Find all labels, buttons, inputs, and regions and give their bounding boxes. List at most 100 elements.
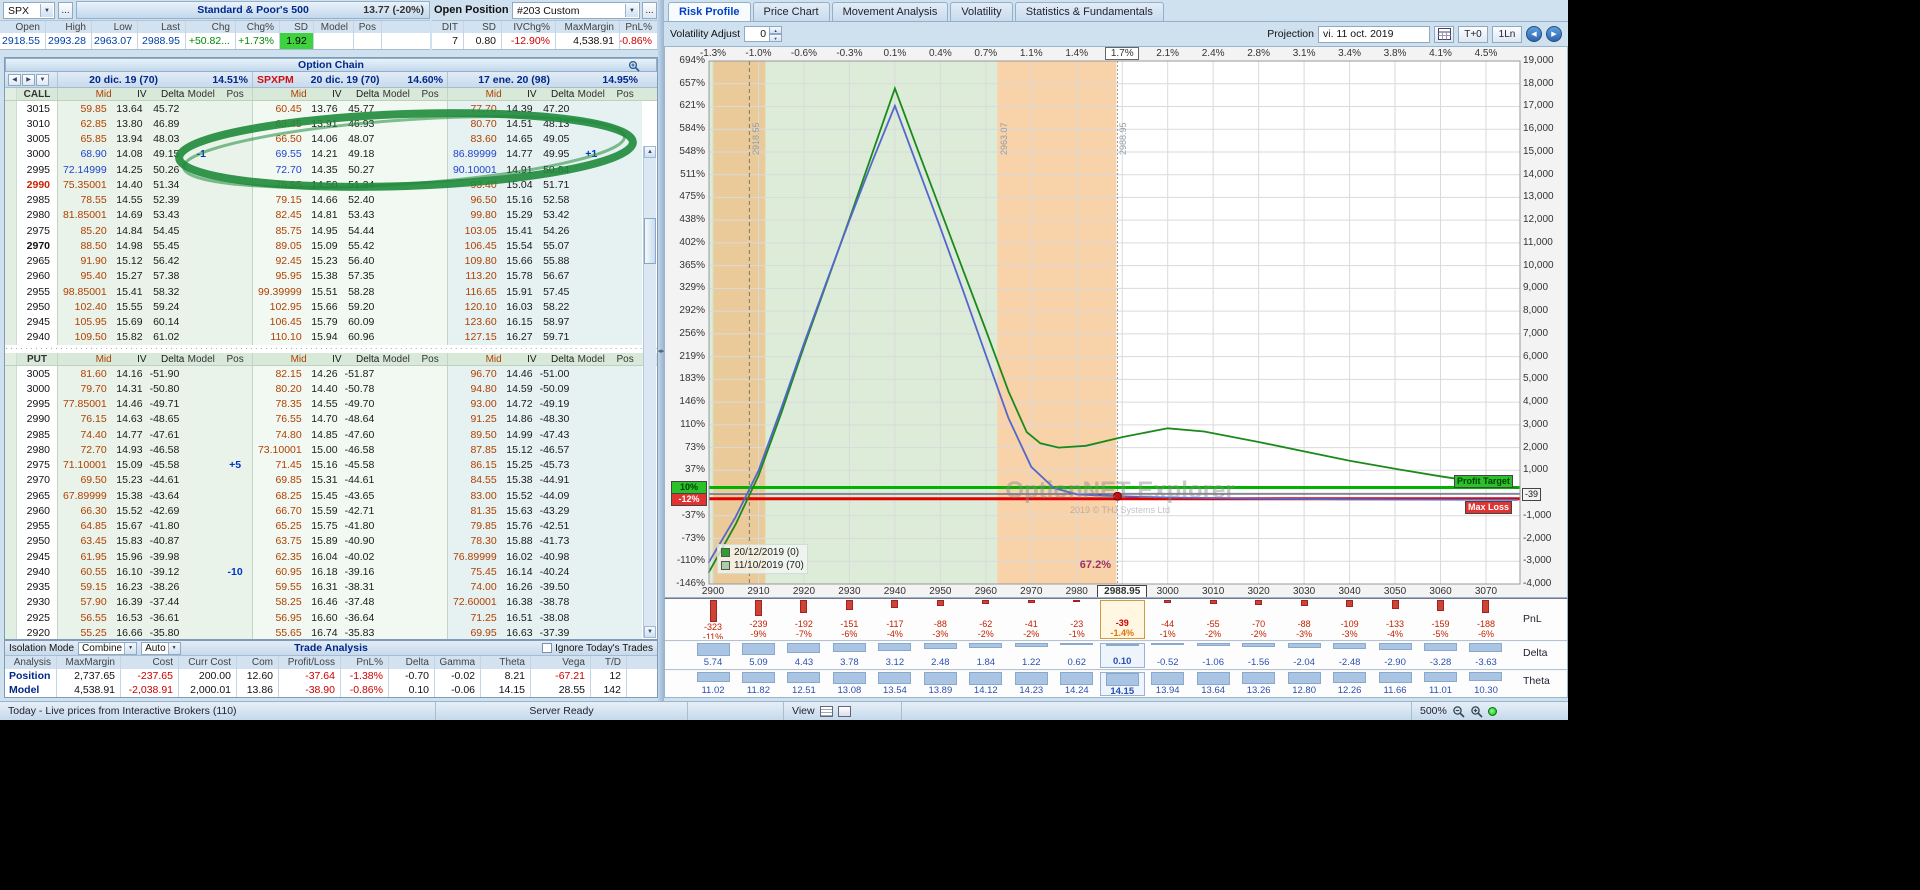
mid-price[interactable]: 79.70 — [58, 383, 112, 395]
mid-price[interactable]: 82.45 — [253, 209, 307, 221]
magnifier-icon[interactable] — [628, 60, 640, 72]
mid-price[interactable]: 66.70 — [253, 505, 307, 517]
mid-price[interactable]: 56.55 — [58, 612, 112, 624]
model-qty[interactable]: -1 — [184, 148, 218, 160]
mid-price[interactable]: 68.25 — [253, 490, 307, 502]
mid-price[interactable]: 56.95 — [253, 612, 307, 624]
scroll-down-icon[interactable]: ▼ — [644, 626, 656, 638]
mid-price[interactable]: 71.10001 — [58, 459, 112, 471]
next-projection-button[interactable]: ▶ — [1546, 26, 1562, 42]
mid-price[interactable]: 62.35 — [253, 551, 307, 563]
mid-price[interactable]: 63.45 — [253, 118, 307, 130]
volatility-adjust-spinner[interactable]: 0 ▲▼ — [744, 26, 782, 42]
mid-price[interactable]: 66.50 — [253, 133, 307, 145]
mid-price[interactable]: 71.25 — [448, 612, 502, 624]
mid-price[interactable]: 95.95 — [253, 270, 307, 282]
mid-price[interactable]: 109.80 — [448, 255, 502, 267]
mid-price[interactable]: 72.14999 — [58, 164, 112, 176]
mid-price[interactable]: 88.50 — [58, 240, 112, 252]
table-view-icon[interactable] — [820, 706, 833, 717]
mid-price[interactable]: 74.00 — [448, 581, 502, 593]
mid-price[interactable]: 89.05 — [253, 240, 307, 252]
symbol-select[interactable]: SPX▼ — [3, 2, 55, 19]
mid-price[interactable]: 80.70 — [448, 118, 502, 130]
mid-price[interactable]: 93.00 — [448, 398, 502, 410]
mid-price[interactable]: 83.00 — [448, 490, 502, 502]
mid-price[interactable]: 55.65 — [253, 627, 307, 639]
mid-price[interactable]: 87.85 — [448, 444, 502, 456]
mid-price[interactable]: 83.60 — [448, 133, 502, 145]
mid-price[interactable]: 105.95 — [58, 316, 112, 328]
tab-movement-analysis[interactable]: Movement Analysis — [832, 2, 949, 21]
next-expiry-button[interactable]: ▶ — [22, 74, 35, 86]
preset-more-button[interactable]: ... — [642, 2, 657, 19]
mid-price[interactable]: 78.55 — [58, 194, 112, 206]
mid-price[interactable]: 77.70 — [448, 103, 502, 115]
mid-price[interactable]: 106.45 — [253, 316, 307, 328]
mid-price[interactable]: 81.60 — [58, 368, 112, 380]
symbol-more-button[interactable]: ... — [58, 2, 73, 19]
mid-price[interactable]: 63.45 — [58, 535, 112, 547]
mid-price[interactable]: 79.15 — [253, 194, 307, 206]
tab-volatility[interactable]: Volatility — [950, 2, 1012, 21]
mid-price[interactable]: 102.40 — [58, 301, 112, 313]
mid-price[interactable]: 93.40 — [448, 179, 502, 191]
mid-price[interactable]: 69.55 — [253, 148, 307, 160]
tab-price-chart[interactable]: Price Chart — [753, 2, 830, 21]
expiry-dropdown-icon[interactable]: ▼ — [36, 74, 49, 86]
t0-button[interactable]: T+0 — [1458, 26, 1488, 43]
pos-qty[interactable]: +5 — [218, 459, 252, 471]
mid-price[interactable]: 89.50 — [448, 429, 502, 441]
mid-price[interactable]: 85.20 — [58, 225, 112, 237]
mid-price[interactable]: 67.89999 — [58, 490, 112, 502]
mid-price[interactable]: 75.45 — [448, 566, 502, 578]
calendar-icon[interactable] — [1434, 26, 1454, 43]
prev-expiry-button[interactable]: ◀ — [8, 74, 21, 86]
mid-price[interactable]: 99.80 — [448, 209, 502, 221]
prev-projection-button[interactable]: ◀ — [1526, 26, 1542, 42]
mid-price[interactable]: 65.85 — [58, 133, 112, 145]
position-preset-select[interactable]: #203 Custom▼ — [512, 2, 640, 19]
mid-price[interactable]: 94.80 — [448, 383, 502, 395]
tab-risk-profile[interactable]: Risk Profile — [668, 2, 751, 21]
mid-price[interactable]: 123.60 — [448, 316, 502, 328]
mid-price[interactable]: 103.05 — [448, 225, 502, 237]
mid-price[interactable]: 72.70 — [253, 164, 307, 176]
mid-price[interactable]: 72.70 — [58, 444, 112, 456]
isolation-mode-select[interactable]: Combine▼ — [78, 642, 137, 655]
mid-price[interactable]: 69.85 — [253, 474, 307, 486]
mid-price[interactable]: 86.89999 — [448, 148, 502, 160]
mid-price[interactable]: 60.55 — [58, 566, 112, 578]
mid-price[interactable]: 127.15 — [448, 331, 502, 343]
model-qty[interactable]: +1 — [574, 148, 608, 160]
mid-price[interactable]: 102.95 — [253, 301, 307, 313]
mid-price[interactable]: 96.70 — [448, 368, 502, 380]
pos-qty[interactable]: -10 — [218, 566, 252, 578]
mid-price[interactable]: 59.55 — [253, 581, 307, 593]
mid-price[interactable]: 62.85 — [58, 118, 112, 130]
mid-price[interactable]: 60.45 — [253, 103, 307, 115]
mid-price[interactable]: 99.39999 — [253, 286, 307, 298]
mid-price[interactable]: 81.85001 — [58, 209, 112, 221]
mid-price[interactable]: 75.85 — [253, 179, 307, 191]
mid-price[interactable]: 92.45 — [253, 255, 307, 267]
expiry-date[interactable]: 17 ene. 20 (98) — [478, 74, 550, 86]
expiry-date[interactable]: 20 dic. 19 (70) — [89, 74, 158, 86]
mid-price[interactable]: 61.95 — [58, 551, 112, 563]
mid-price[interactable]: 59.15 — [58, 581, 112, 593]
mid-price[interactable]: 113.20 — [448, 270, 502, 282]
mid-price[interactable]: 71.45 — [253, 459, 307, 471]
mid-price[interactable]: 65.25 — [253, 520, 307, 532]
mid-price[interactable]: 90.10001 — [448, 164, 502, 176]
tab-statistics-fundamentals[interactable]: Statistics & Fundamentals — [1015, 2, 1164, 21]
mid-price[interactable]: 76.89999 — [448, 551, 502, 563]
mid-price[interactable]: 58.25 — [253, 596, 307, 608]
mid-price[interactable]: 78.35 — [253, 398, 307, 410]
mid-price[interactable]: 81.35 — [448, 505, 502, 517]
zoom-out-icon[interactable] — [1452, 705, 1465, 718]
auto-select[interactable]: Auto▼ — [141, 642, 181, 655]
mid-price[interactable]: 76.15 — [58, 413, 112, 425]
scrollbar-thumb[interactable] — [644, 218, 656, 264]
mid-price[interactable]: 69.95 — [448, 627, 502, 639]
mid-price[interactable]: 120.10 — [448, 301, 502, 313]
